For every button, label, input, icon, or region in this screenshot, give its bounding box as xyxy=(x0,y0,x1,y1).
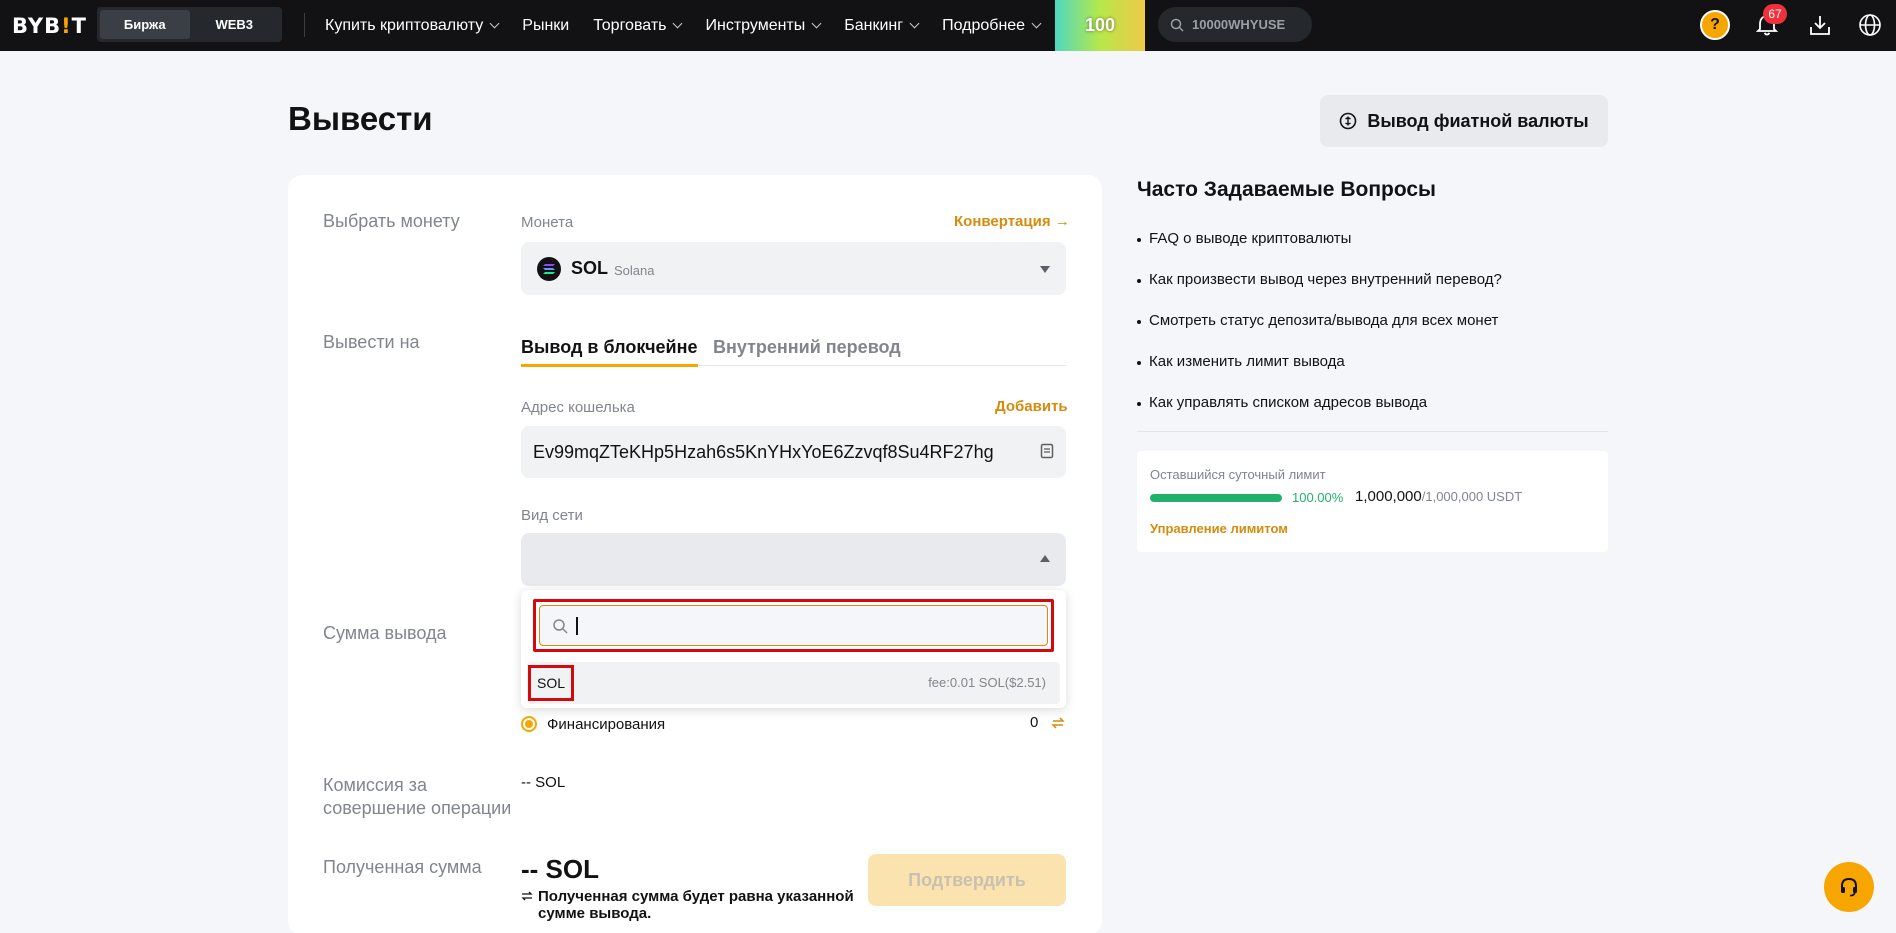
wallet-address-input[interactable]: Ev99mqZTeKHp5Hzah6s5KnYHxYoE6Zzvqf8Su4RF… xyxy=(521,426,1066,478)
fiat-withdraw-button[interactable]: Вывод фиатной валюты xyxy=(1320,95,1608,147)
chevron-down-icon xyxy=(673,18,683,29)
nav-trade[interactable]: Торговать xyxy=(593,17,683,35)
caret-down-icon xyxy=(1040,266,1050,273)
network-search-input[interactable] xyxy=(539,605,1048,646)
faq-item[interactable]: Как произвести вывод через внутренний пе… xyxy=(1137,271,1608,312)
amount-label: Сумма вывода xyxy=(323,623,447,643)
swap-icon xyxy=(521,891,533,901)
confirm-button[interactable]: Подтвердить xyxy=(868,854,1066,906)
network-option-sol[interactable]: SOL fee:0.01 SOL($2.51) xyxy=(527,662,1060,704)
coin-sublabel: Монета xyxy=(521,214,574,231)
top-nav: BYB!T Биржа WEB3 Купить криптовалюту Рын… xyxy=(0,0,1896,51)
arrow-right-icon: → xyxy=(1050,213,1070,230)
bullet xyxy=(1137,402,1141,406)
fiat-coin-icon xyxy=(1340,112,1357,130)
chevron-down-icon xyxy=(909,18,920,29)
received-note: Полученная сумма будет равна указанной с… xyxy=(521,888,861,922)
faq-item[interactable]: Как управлять списком адресов вывода xyxy=(1137,394,1608,435)
funding-radio[interactable] xyxy=(521,716,537,732)
coin-select[interactable]: SOL Solana xyxy=(521,242,1066,295)
headset-icon xyxy=(1841,877,1857,897)
received-label: Полученная сумма xyxy=(323,857,482,877)
coin-name: Solana xyxy=(614,262,655,278)
promo-banner[interactable]: 100 xyxy=(1055,0,1145,51)
daily-limit-value: 1,000,000/1,000,000 USDT xyxy=(1355,488,1523,505)
wallet-address-value: Ev99mqZTeKHp5Hzah6s5KnYHxYoE6Zzvqf8Su4RF… xyxy=(533,441,994,462)
search-icon xyxy=(553,618,568,634)
globe-icon[interactable] xyxy=(1857,12,1883,38)
faq-divider xyxy=(1137,431,1608,432)
nav-markets[interactable]: Рынки xyxy=(522,17,569,35)
faq-item[interactable]: Смотреть статус депозита/вывода для всех… xyxy=(1137,312,1608,353)
avatar[interactable]: ? xyxy=(1700,10,1730,40)
search-icon xyxy=(1170,18,1184,32)
nav-tools[interactable]: Инструменты xyxy=(705,17,822,35)
select-coin-label: Выбрать монету xyxy=(323,211,460,231)
nav-banking[interactable]: Банкинг xyxy=(844,17,920,35)
network-option-symbol: SOL xyxy=(528,665,574,701)
nav-divider xyxy=(304,13,305,37)
bullet xyxy=(1137,361,1141,365)
notification-badge: 67 xyxy=(1763,4,1787,24)
add-address-link[interactable]: Добавить xyxy=(995,398,1068,415)
chevron-down-icon xyxy=(1031,18,1042,29)
received-amount: -- SOL xyxy=(521,854,599,884)
nav-search-placeholder: 10000WHYUSE xyxy=(1192,17,1286,32)
chevron-down-icon xyxy=(811,18,822,29)
nav-buy-crypto[interactable]: Купить криптовалюту xyxy=(325,17,500,35)
switch-exchange[interactable]: Биржа xyxy=(100,10,190,39)
bybit-logo[interactable]: BYB!T xyxy=(12,14,87,38)
withdraw-tabs: Вывод в блокчейне Внутренний перевод xyxy=(521,335,1066,367)
caret-up-icon xyxy=(1040,555,1050,562)
daily-limit-label: Оставшийся суточный лимит xyxy=(1150,467,1326,482)
wallet-address-label: Адрес кошелька xyxy=(521,399,635,416)
nav-more[interactable]: Подробнее xyxy=(942,17,1042,35)
withdraw-to-label: Вывести на xyxy=(323,332,420,352)
daily-limit-percent: 100.00% xyxy=(1292,490,1344,505)
page-title: Вывести xyxy=(288,100,433,137)
convert-link[interactable]: Конвертация → xyxy=(954,213,1070,230)
faq-item[interactable]: Как изменить лимит вывода xyxy=(1137,353,1608,394)
network-option-fee: fee:0.01 SOL($2.51) xyxy=(928,675,1046,690)
faq-title: Часто Задаваемые Вопросы xyxy=(1137,178,1436,201)
bullet xyxy=(1137,279,1141,283)
network-label: Вид сети xyxy=(521,507,583,524)
commission-value: -- SOL xyxy=(521,774,566,791)
text-cursor xyxy=(576,616,578,635)
tab-onchain[interactable]: Вывод в блокчейне xyxy=(521,337,698,367)
manage-limit-link[interactable]: Управление лимитом xyxy=(1150,521,1288,536)
funding-label: Финансирования xyxy=(547,716,666,733)
nav-menu: Купить криптовалюту Рынки Торговать Инст… xyxy=(325,0,1064,51)
faq-item[interactable]: FAQ о выводе криптовалюты xyxy=(1137,230,1608,271)
address-book-icon[interactable] xyxy=(1040,443,1054,459)
nav-search[interactable]: 10000WHYUSE xyxy=(1158,7,1312,42)
support-chat-button[interactable] xyxy=(1824,862,1874,912)
coin-symbol: SOL xyxy=(571,258,609,278)
tab-internal-transfer[interactable]: Внутренний перевод xyxy=(713,337,901,358)
funding-balance: 0 xyxy=(1030,714,1039,731)
faq-list: FAQ о выводе криптовалюты Как произвести… xyxy=(1137,230,1608,435)
transfer-icon[interactable] xyxy=(1050,715,1066,731)
commission-label: Комиссия за совершение операции xyxy=(323,775,512,818)
network-select[interactable] xyxy=(521,533,1066,586)
network-dropdown: SOL fee:0.01 SOL($2.51) xyxy=(521,590,1066,708)
daily-limit-card: Оставшийся суточный лимит 100.00% 1,000,… xyxy=(1137,451,1608,552)
switch-web3[interactable]: WEB3 xyxy=(190,10,280,39)
solana-icon xyxy=(537,256,561,281)
bullet xyxy=(1137,320,1141,324)
daily-limit-progress xyxy=(1150,494,1282,502)
chevron-down-icon xyxy=(489,18,500,29)
download-icon[interactable] xyxy=(1807,12,1833,38)
exchange-web3-switch: Биржа WEB3 xyxy=(97,7,282,42)
bullet xyxy=(1137,238,1141,242)
radio-dot xyxy=(525,720,533,728)
search-highlight xyxy=(533,599,1054,652)
